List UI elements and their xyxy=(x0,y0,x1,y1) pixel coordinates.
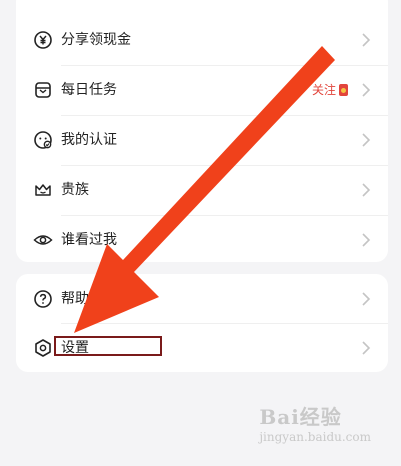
watermark-brand: Bai经验 xyxy=(259,405,342,429)
annotation-highlight-box xyxy=(54,336,162,356)
watermark-site: jingyan.baidu.com xyxy=(259,430,371,444)
annotation-arrow xyxy=(74,46,335,333)
watermark: Bai经验 jingyan.baidu.com xyxy=(259,401,371,444)
